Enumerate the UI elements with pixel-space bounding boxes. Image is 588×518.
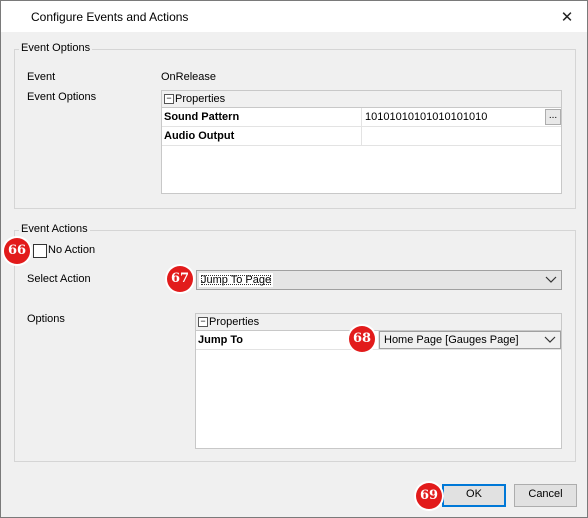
no-action-label[interactable]: No Action — [48, 244, 95, 256]
annotation-badge-66: 66 — [4, 238, 30, 264]
event-actions-property-grid[interactable]: − Properties Jump To Home Page [Gauges P… — [195, 313, 562, 449]
annotation-badge-68: 68 — [349, 326, 375, 352]
event-options-label: Event Options — [27, 91, 97, 103]
close-icon: ✕ — [560, 8, 574, 26]
collapse-icon[interactable]: − — [164, 94, 174, 104]
chevron-down-icon — [544, 336, 556, 343]
property-name: Jump To — [198, 334, 244, 346]
window-title: Configure Events and Actions — [31, 10, 189, 24]
properties-category-header[interactable]: − Properties — [196, 314, 561, 331]
event-label: Event — [27, 71, 56, 83]
select-action-value: Jump To Page — [199, 273, 274, 287]
ok-button[interactable]: OK — [442, 484, 506, 507]
event-options-property-grid[interactable]: − Properties Sound Pattern 1010101010101… — [161, 90, 562, 194]
property-row-audio-output[interactable]: Audio Output — [162, 127, 561, 146]
chevron-down-icon — [545, 276, 557, 283]
event-actions-group-title: Event Actions — [19, 223, 90, 235]
close-button[interactable]: ✕ — [547, 1, 587, 32]
jump-to-value: Home Page [Gauges Page] — [384, 334, 519, 346]
properties-category-label: Properties — [209, 316, 260, 328]
property-name: Sound Pattern — [164, 111, 240, 123]
title-bar: Configure Events and Actions ✕ — [1, 1, 587, 32]
dialog-window: Configure Events and Actions ✕ Event Opt… — [0, 0, 588, 518]
property-name: Audio Output — [164, 130, 235, 142]
property-row-sound-pattern[interactable]: Sound Pattern 10101010101010101010 ... — [162, 108, 561, 127]
collapse-icon[interactable]: − — [198, 317, 208, 327]
column-divider — [361, 108, 362, 126]
options-label: Options — [27, 313, 65, 325]
select-action-label: Select Action — [27, 273, 91, 285]
event-value: OnRelease — [161, 71, 217, 83]
cancel-button[interactable]: Cancel — [514, 484, 577, 507]
annotation-badge-67: 67 — [167, 266, 193, 292]
jump-to-dropdown[interactable]: Home Page [Gauges Page] — [379, 331, 561, 349]
properties-category-label: Properties — [175, 93, 226, 105]
ellipsis-button[interactable]: ... — [545, 109, 561, 125]
column-divider — [361, 127, 362, 145]
annotation-badge-69: 69 — [416, 483, 442, 509]
properties-category-header[interactable]: − Properties — [162, 91, 561, 108]
property-row-jump-to[interactable]: Jump To Home Page [Gauges Page] — [196, 331, 561, 350]
property-value[interactable]: 10101010101010101010 — [365, 111, 487, 123]
no-action-checkbox[interactable] — [33, 244, 47, 258]
event-options-group-title: Event Options — [19, 42, 93, 54]
select-action-dropdown[interactable]: Jump To Page — [196, 270, 562, 290]
